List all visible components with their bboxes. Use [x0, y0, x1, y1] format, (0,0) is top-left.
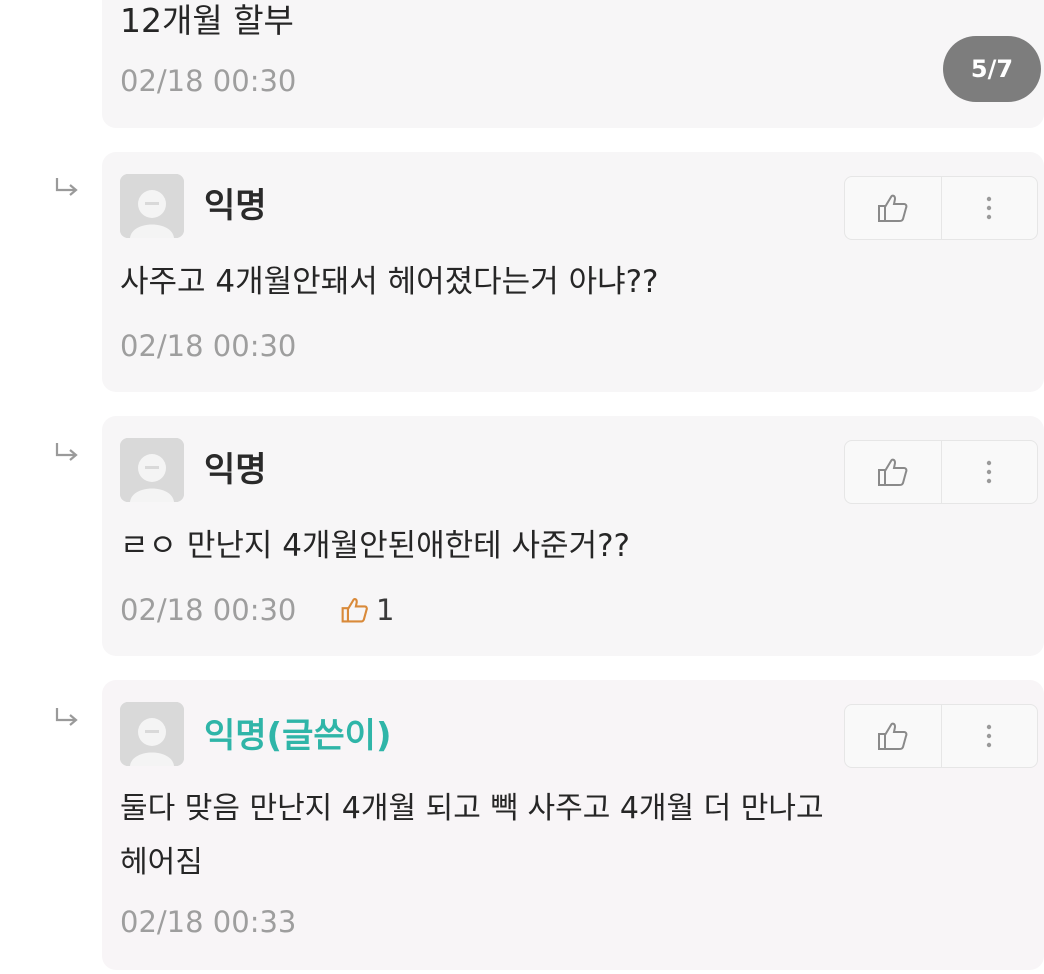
- more-button[interactable]: [940, 441, 1038, 503]
- more-vertical-icon: [987, 724, 992, 748]
- comment-timestamp: 02/18 00:33: [120, 905, 297, 939]
- default-avatar-icon: [120, 438, 184, 502]
- more-vertical-icon: [987, 460, 992, 484]
- comment-text: 12개월 할부: [120, 1, 294, 40]
- like-count: 1: [376, 593, 395, 627]
- like-button[interactable]: [845, 177, 941, 239]
- comment-text: 둘다 맞음 만난지 4개월 되고 빽 사주고 4개월 더 만나고 헤어짐: [120, 791, 824, 880]
- comment-actions: [844, 440, 1038, 504]
- more-button[interactable]: [940, 705, 1038, 767]
- reply-arrow-icon: [55, 443, 78, 461]
- comment-card-partial: 12개월 할부 02/18 00:30: [102, 0, 1044, 128]
- comment-card: 익명 사주고 4개월안돼서 헤어졌다는거 아냐?? 02/18 00:30: [102, 152, 1044, 392]
- reply-arrow-icon: [55, 178, 78, 196]
- reply-arrow-icon: [55, 708, 78, 726]
- comment-text: 사주고 4개월안돼서 헤어졌다는거 아냐??: [120, 264, 659, 300]
- like-button[interactable]: [845, 705, 941, 767]
- default-avatar-icon: [120, 702, 184, 766]
- comment-card-op: 익명(글쓴이) 둘다 맞음 만난지 4개월 되고 빽 사주고 4개월 더 만나고…: [102, 680, 1044, 970]
- comment-text: ㄹㅇ 만난지 4개월안된애한테 사준거??: [120, 528, 630, 564]
- thumbs-up-icon: [877, 194, 908, 222]
- thumbs-up-icon: [341, 598, 368, 623]
- page-indicator: 5/7: [943, 36, 1041, 102]
- more-vertical-icon: [987, 196, 992, 220]
- like-button[interactable]: [845, 441, 941, 503]
- thumbs-up-icon: [877, 458, 908, 486]
- thumbs-up-icon: [877, 722, 908, 750]
- comment-card: 익명 ㄹㅇ 만난지 4개월안된애한테 사준거?? 02/18 00:30 1: [102, 416, 1044, 656]
- comment-thread: 12개월 할부 02/18 00:30 5/7 익명 사주고 4개월안돼서 헤어…: [0, 0, 1044, 974]
- comment-actions: [844, 176, 1038, 240]
- comment-author-op: 익명(글쓴이): [204, 716, 392, 756]
- default-avatar-icon: [120, 174, 184, 238]
- comment-timestamp: 02/18 00:30: [120, 64, 297, 98]
- comment-actions: [844, 704, 1038, 768]
- like-count-badge: 1: [340, 592, 394, 628]
- more-button[interactable]: [940, 177, 1038, 239]
- comment-author: 익명: [204, 450, 267, 490]
- comment-author: 익명: [204, 186, 267, 226]
- comment-timestamp: 02/18 00:30: [120, 593, 297, 627]
- comment-timestamp: 02/18 00:30: [120, 329, 297, 363]
